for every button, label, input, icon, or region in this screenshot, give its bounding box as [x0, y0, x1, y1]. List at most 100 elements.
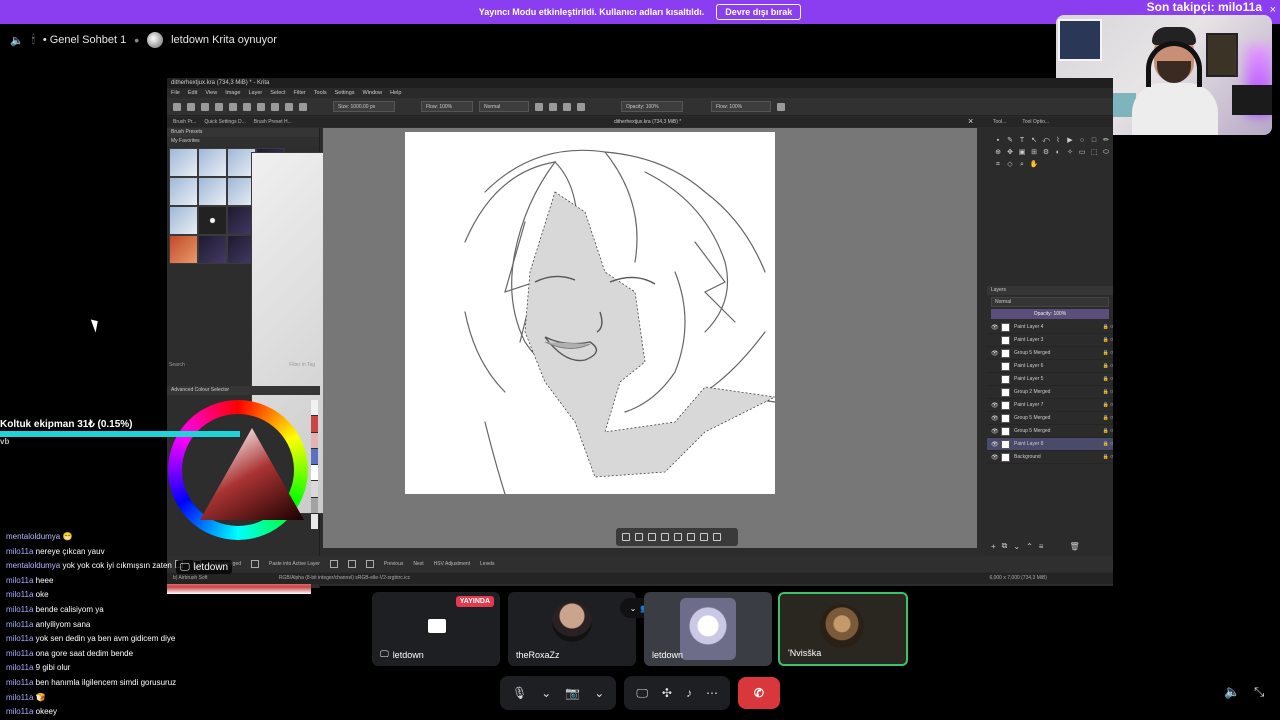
microphone-icon[interactable]: 🎙: [512, 686, 527, 700]
tool-icon[interactable]: ▣: [1017, 148, 1027, 158]
tool-icon[interactable]: ⤺: [1041, 136, 1051, 146]
fill-icon[interactable]: [257, 102, 265, 111]
tool-icon[interactable]: ⌇: [1053, 136, 1063, 146]
layer-row[interactable]: 👁 Paint Layer 4 🔒 α: [987, 321, 1113, 334]
speaker-icon[interactable]: 🔈: [10, 34, 24, 47]
copy-selection-icon[interactable]: [687, 533, 695, 541]
visibility-icon[interactable]: 👁: [991, 454, 999, 461]
document-tab[interactable]: ditherhextjux.kra (734,3 MiB) *: [614, 117, 681, 127]
duplicate-layer-icon[interactable]: ⧉: [1002, 541, 1008, 551]
layer-flags-icon[interactable]: 🔒 α: [1102, 454, 1113, 460]
disconnect-button[interactable]: ✆: [737, 677, 780, 709]
volume-icon[interactable]: 🔈: [1224, 684, 1240, 700]
visibility-icon[interactable]: 👁: [991, 350, 999, 357]
layer-row[interactable]: 👁 Background 🔒 α: [987, 451, 1113, 464]
layer-row[interactable]: Paint Layer 6 🔒 α: [987, 360, 1113, 373]
tab-quick-settings[interactable]: Quick Settings D...: [204, 117, 245, 127]
transform-icon[interactable]: [329, 560, 338, 568]
tab-brush-presets[interactable]: Brush Pr...: [173, 117, 196, 127]
chevron-down-icon[interactable]: ⌄: [541, 686, 551, 700]
drawing-canvas[interactable]: [405, 132, 775, 494]
close-icon[interactable]: ×: [968, 116, 973, 126]
menu-item-help[interactable]: Help: [390, 88, 401, 98]
transform-icon[interactable]: [299, 102, 307, 111]
tool-icon[interactable]: ▶: [1065, 136, 1075, 146]
flow-field-2[interactable]: Flow: 100%: [711, 101, 771, 112]
chevron-down-icon[interactable]: ⌄: [1013, 542, 1020, 551]
ink-icon[interactable]: [229, 102, 237, 111]
tool-icon[interactable]: ◐: [1053, 148, 1063, 158]
menu-item-view[interactable]: View: [205, 88, 217, 98]
add-layer-icon[interactable]: +: [991, 542, 996, 551]
exit-fullscreen-icon[interactable]: ⤡: [1254, 684, 1264, 700]
menu-item-select[interactable]: Select: [270, 88, 285, 98]
layer-flags-icon[interactable]: 🔒 α: [1102, 389, 1113, 395]
tool-icon[interactable]: ↖: [1029, 136, 1039, 146]
mirror-icon[interactable]: [577, 102, 585, 111]
brush-flow-field[interactable]: Flow: 100%: [421, 101, 473, 112]
pencil-icon[interactable]: [201, 102, 209, 111]
layer-flags-icon[interactable]: 🔒 α: [1102, 415, 1113, 421]
color-history[interactable]: [311, 400, 318, 530]
tool-icon[interactable]: ○: [1077, 136, 1087, 146]
visibility-icon[interactable]: 👁: [991, 428, 999, 435]
menu-item-filter[interactable]: Filter: [294, 88, 306, 98]
brush-preset[interactable]: [169, 206, 198, 235]
layer-flags-icon[interactable]: 🔒 α: [1102, 363, 1113, 369]
participant-tile-avatar[interactable]: letdown: [644, 592, 772, 666]
menu-item-layer[interactable]: Layer: [248, 88, 262, 98]
undo-icon[interactable]: [535, 102, 543, 111]
brush-preset[interactable]: [169, 235, 198, 264]
tool-icon[interactable]: ✋: [1029, 160, 1039, 170]
paste-icon[interactable]: [251, 560, 260, 568]
layer-row[interactable]: 👁 Group 5 Merged 🔒 α: [987, 425, 1113, 438]
levels-button[interactable]: Levels: [480, 561, 494, 567]
tool-icon[interactable]: ▪: [993, 136, 1003, 146]
layer-flags-icon[interactable]: 🔒 α: [1102, 337, 1113, 343]
layer-flags-icon[interactable]: 🔒 α: [1102, 376, 1113, 382]
menu-item-tools[interactable]: Tools: [314, 88, 327, 98]
chevron-down-icon[interactable]: ⌄: [594, 686, 604, 700]
redo-icon[interactable]: [365, 560, 374, 568]
layer-row[interactable]: Group 2 Merged 🔒 α: [987, 386, 1113, 399]
soundboard-icon[interactable]: ♪: [686, 686, 692, 700]
tool-icon[interactable]: ⊕: [993, 148, 1003, 158]
layer-flags-icon[interactable]: 🔒 α: [1102, 441, 1113, 447]
tool-icon[interactable]: ⬚: [1089, 148, 1099, 158]
chevron-up-icon[interactable]: ⌃: [1026, 542, 1033, 551]
mirror-vertical-icon[interactable]: [777, 102, 785, 111]
tab-brush-preset-history[interactable]: Brush Preset H...: [254, 117, 292, 127]
activity-text[interactable]: letdown Krita oynuyor: [171, 34, 277, 46]
participant-tile-camera[interactable]: theRoxaZz: [508, 592, 636, 666]
select-icon[interactable]: [285, 102, 293, 111]
brush-preset[interactable]: [198, 206, 227, 235]
participant-tile-speaking[interactable]: 'Nvisška: [778, 592, 908, 666]
brush-preset[interactable]: [169, 148, 198, 177]
brush-preset[interactable]: [198, 148, 227, 177]
visibility-icon[interactable]: 👁: [991, 441, 999, 448]
layer-flags-icon[interactable]: 🔒 α: [1102, 324, 1113, 330]
layer-row[interactable]: Paint Layer 3 🔒 α: [987, 334, 1113, 347]
participant-tile-stream[interactable]: YAYINDA 🖵 letdown: [372, 592, 500, 666]
brush-search-input[interactable]: Search: [169, 362, 185, 368]
layer-row[interactable]: Paint Layer 5 🔒 α: [987, 373, 1113, 386]
undo-icon[interactable]: [347, 560, 356, 568]
new-document-icon[interactable]: [173, 102, 181, 111]
tool-icon[interactable]: ⚙: [1041, 148, 1051, 158]
menu-item-image[interactable]: Image: [225, 88, 240, 98]
select-rect-icon[interactable]: [622, 533, 630, 541]
tool-icon[interactable]: ✥: [1005, 148, 1015, 158]
paste-active-layer-button[interactable]: Paste into Active Layer: [269, 561, 320, 567]
layer-flags-icon[interactable]: 🔒 α: [1102, 350, 1113, 356]
menu-item-file[interactable]: File: [171, 88, 180, 98]
redo-icon[interactable]: [549, 102, 557, 111]
menu-item-edit[interactable]: Edit: [188, 88, 197, 98]
close-icon[interactable]: ×: [1270, 4, 1276, 16]
layer-row[interactable]: 👁 Paint Layer 8 🔒 α: [987, 438, 1113, 451]
tab-toolbox[interactable]: Tool...: [993, 117, 1006, 127]
next-button[interactable]: Next: [413, 561, 423, 567]
layer-row[interactable]: 👁 Group 5 Merged 🔒 α: [987, 412, 1113, 425]
more-options-icon[interactable]: [713, 533, 721, 541]
disable-streamer-mode-button[interactable]: Devre dışı bırak: [716, 4, 802, 20]
tool-icon[interactable]: ⌗: [993, 160, 1003, 170]
